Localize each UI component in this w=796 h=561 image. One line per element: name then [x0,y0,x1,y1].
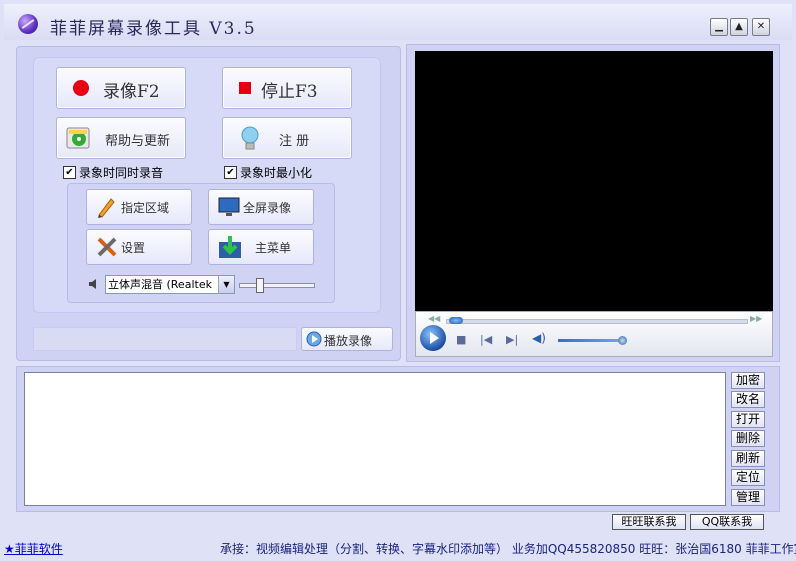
fullscreen-record-button[interactable]: 全屏录像 [208,189,314,225]
stop-button[interactable]: 停止F3 [222,67,352,109]
volume-slider-thumb[interactable] [256,278,264,293]
help-update-button[interactable]: 帮助与更新 [56,117,186,159]
speaker-icon [89,279,96,289]
play-recording-button[interactable]: 播放录像 [301,327,393,351]
pencil-icon [98,198,115,218]
play-recording-label: 播放录像 [324,334,373,348]
volume-icon[interactable]: ◀) [532,331,546,345]
recordings-area: 加密 改名 打开 删除 刷新 定位 管理 [16,366,780,512]
open-button[interactable]: 打开 [731,411,765,428]
select-region-button[interactable]: 指定区域 [86,189,192,225]
minimize-checkbox[interactable]: ✔ [224,166,237,179]
close-button[interactable]: ✕ [752,18,770,36]
service-notice: 承接：视频编辑处理（分割、转换、字幕水印添加等） 业务加QQ455820850 … [220,542,796,556]
minimize-label: 录象时最小化 [240,166,313,180]
audio-source-select[interactable]: 立体声混音 (Realtek ▼ [105,275,235,294]
minimize-button[interactable]: ▁ [710,18,728,36]
register-button[interactable]: 注 册 [222,117,352,159]
maximize-button[interactable]: ▲ [730,18,748,36]
record-audio-checkbox[interactable]: ✔ [63,166,76,179]
previous-icon[interactable]: |◀ [480,333,492,346]
media-player: ◀◀ ▶▶ ■ |◀ ▶| ◀) [406,44,780,362]
settings-label: 设置 [121,241,146,255]
control-panel: 录像F2 停止F3 帮助与更新 注 册 ✔ 录象时同时录音 ✔ 录象时最小化 指… [16,46,401,361]
monitor-icon [218,197,240,216]
status-strip [33,327,297,351]
record-audio-label: 录象时同时录音 [79,166,164,180]
main-menu-button[interactable]: 主菜单 [208,229,314,265]
manage-button[interactable]: 管理 [731,489,765,506]
record-icon [73,80,89,96]
seek-bar[interactable] [446,317,748,324]
download-icon [219,236,241,258]
video-screen[interactable] [415,51,773,311]
audio-source-value: 立体声混音 (Realtek [108,278,212,291]
tools-icon [97,237,117,257]
next-icon[interactable]: ▶| [506,333,518,346]
locate-button[interactable]: 定位 [731,469,765,486]
delete-button[interactable]: 删除 [731,430,765,447]
fast-forward-icon[interactable]: ▶▶ [750,314,762,323]
recordings-list[interactable] [24,372,726,506]
app-logo-icon [18,14,38,34]
brand-link[interactable]: ★菲菲软件 [4,540,63,557]
main-window: 菲菲屏幕录像工具 V3.5 ▁ ▲ ✕ 录像F2 停止F3 帮助与更新 注 册 … [0,0,796,561]
player-control-bar: ◀◀ ▶▶ ■ |◀ ▶| ◀) [415,311,773,357]
refresh-button[interactable]: 刷新 [731,450,765,467]
fullscreen-record-label: 全屏录像 [243,201,292,215]
select-region-label: 指定区域 [121,201,170,215]
record-label: 录像F2 [103,82,160,102]
status-bar: ★菲菲软件 承接：视频编辑处理（分割、转换、字幕水印添加等） 业务加QQ4558… [0,536,796,561]
play-circle-icon [306,331,322,347]
rewind-icon[interactable]: ◀◀ [428,314,440,323]
player-volume-slider[interactable] [558,336,627,345]
encrypt-button[interactable]: 加密 [731,372,765,389]
settings-button[interactable]: 设置 [86,229,192,265]
rename-button[interactable]: 改名 [731,391,765,408]
window-title: 菲菲屏幕录像工具 V3.5 [50,19,257,39]
stop-playback-icon[interactable]: ■ [456,333,466,346]
lightbulb-icon [241,126,259,150]
stop-label: 停止F3 [261,82,318,102]
help-disc-icon [66,127,90,149]
volume-slider[interactable] [239,278,315,293]
play-icon[interactable] [420,325,446,351]
record-button[interactable]: 录像F2 [56,67,186,109]
title-bar: 菲菲屏幕录像工具 V3.5 ▁ ▲ ✕ [4,4,792,40]
qq-contact-button[interactable]: QQ联系我 [690,514,764,530]
player-volume-thumb[interactable] [618,336,627,345]
help-label: 帮助与更新 [105,134,171,149]
seek-thumb[interactable] [449,317,463,324]
wangwang-contact-button[interactable]: 旺旺联系我 [612,514,686,530]
chevron-down-icon[interactable]: ▼ [218,276,234,293]
main-menu-label: 主菜单 [255,241,292,255]
register-label: 注 册 [279,134,310,149]
stop-icon [239,82,251,94]
